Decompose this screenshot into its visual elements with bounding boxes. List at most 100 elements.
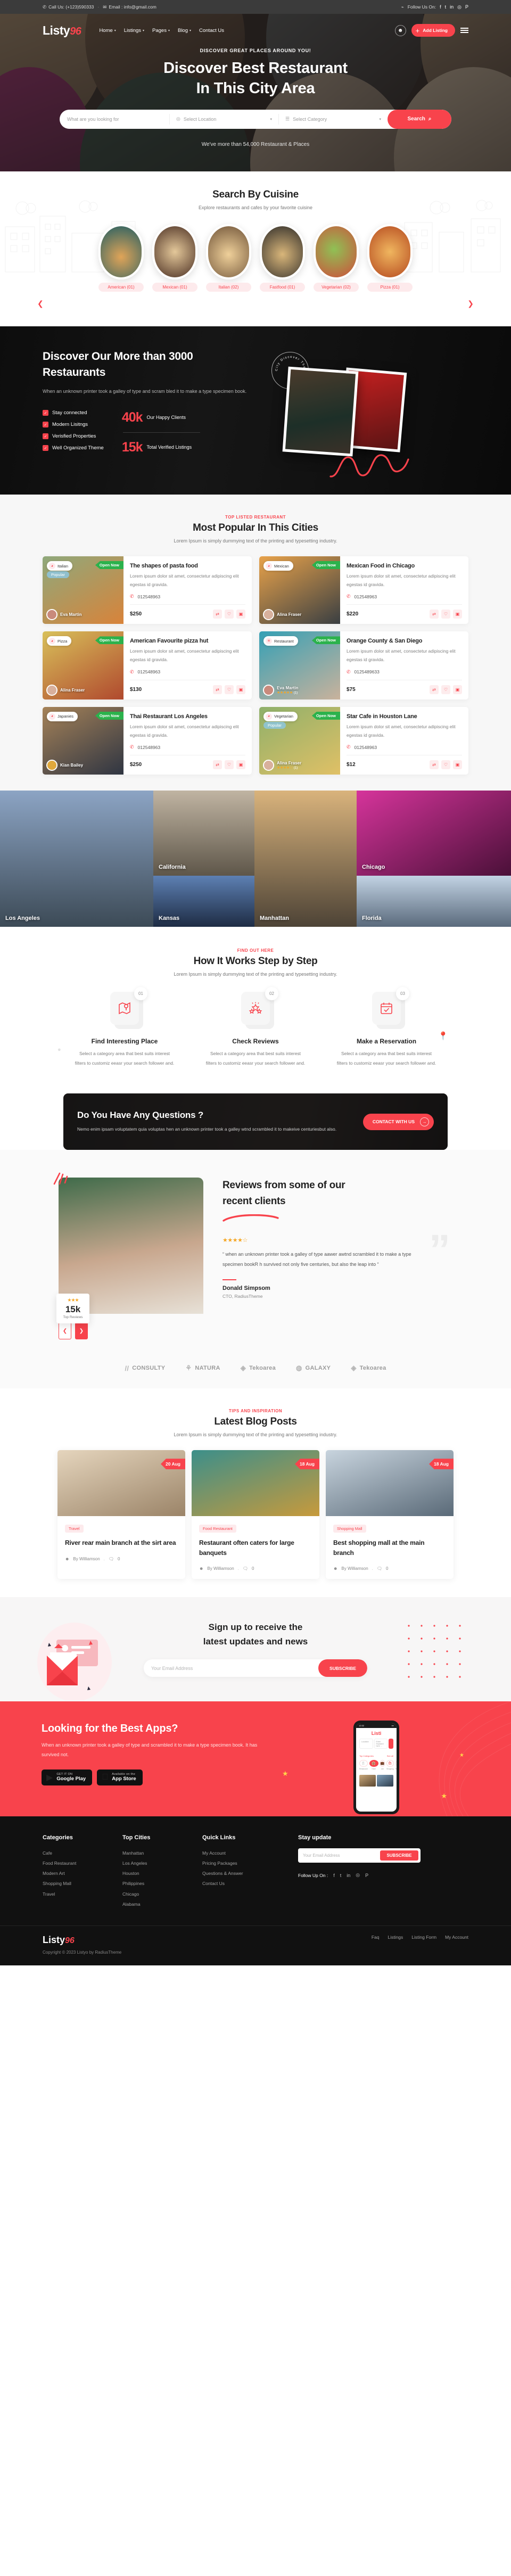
- listing-card[interactable]: ◕ Italian Popular Open Now Eva Martin The…: [43, 556, 252, 624]
- pinterest-icon[interactable]: P: [365, 1873, 368, 1878]
- footer-subscribe-button[interactable]: SUBSCRIBE: [380, 1850, 418, 1861]
- blog-card[interactable]: 18 Aug Food Restaurant Restaurant often …: [192, 1450, 319, 1579]
- footer-link[interactable]: Questions & Answer: [202, 1869, 282, 1879]
- blog-card[interactable]: 18 Aug Shopping Mall Best shopping mall …: [326, 1450, 454, 1579]
- cuisine-item-pizza[interactable]: Pizza (01): [367, 224, 413, 292]
- city-card-california[interactable]: California: [153, 791, 254, 876]
- location-select[interactable]: ◎ Select Location ▾: [170, 113, 279, 125]
- carousel-next-icon[interactable]: ❯: [467, 299, 474, 308]
- footer-link[interactable]: Modern Art: [43, 1869, 106, 1879]
- phone-location-field[interactable]: Location: [359, 1739, 373, 1749]
- footer-link[interactable]: Contact Us: [202, 1879, 282, 1889]
- city-card-kansas[interactable]: Kansas: [153, 876, 254, 927]
- footer-email-input[interactable]: [298, 1848, 378, 1863]
- listing-phone[interactable]: ✆ 012548963: [130, 594, 245, 599]
- twitter-icon[interactable]: t: [445, 4, 447, 10]
- reviews-prev-button[interactable]: ❮: [59, 1322, 71, 1340]
- nav-item-blog[interactable]: Blog ▾: [178, 28, 191, 34]
- compare-icon[interactable]: ⇄: [430, 610, 439, 619]
- footer-link[interactable]: Alabama: [122, 1899, 186, 1910]
- city-card-florida[interactable]: Florida: [357, 876, 511, 927]
- footer-link[interactable]: My Account: [202, 1848, 282, 1858]
- favorite-icon[interactable]: ♡: [225, 610, 234, 619]
- blog-card[interactable]: 20 Aug Travel River rear main branch at …: [57, 1450, 185, 1579]
- footer-link[interactable]: Philippines: [122, 1879, 186, 1889]
- phone-cat-restaurant-2[interactable]: 🍽Restaurant: [395, 1760, 397, 1770]
- favorite-icon[interactable]: ♡: [441, 685, 450, 694]
- blog-tag[interactable]: Shopping Mall: [333, 1525, 366, 1533]
- city-card-los-angeles[interactable]: Los Angeles: [0, 791, 153, 927]
- phone-cat-hotel[interactable]: 🏨 Hotel: [369, 1760, 378, 1770]
- listing-phone[interactable]: ✆ 012548963: [347, 594, 462, 599]
- gallery-icon[interactable]: ▣: [236, 760, 245, 770]
- phone-filter-button[interactable]: [389, 1739, 393, 1749]
- listing-phone[interactable]: ✆ 012548963: [347, 744, 462, 750]
- gallery-icon[interactable]: ▣: [236, 610, 245, 619]
- blog-tag[interactable]: Travel: [65, 1525, 84, 1533]
- phone-contact[interactable]: ✆ Call Us: (+123)590333: [43, 4, 94, 10]
- twitter-icon[interactable]: t: [340, 1873, 342, 1878]
- footer-logo[interactable]: Listy96: [43, 1935, 121, 1946]
- category-select[interactable]: ☰ Select Category ▾: [279, 114, 388, 125]
- cuisine-item-vegetarian[interactable]: Vegetarian (02): [314, 224, 359, 292]
- compare-icon[interactable]: ⇄: [213, 610, 222, 619]
- compare-icon[interactable]: ⇄: [430, 685, 439, 694]
- google-play-button[interactable]: ▶ GET IT ON Google Play: [42, 1769, 93, 1785]
- footer-bottom-link-faq[interactable]: Faq: [372, 1935, 380, 1940]
- carousel-prev-icon[interactable]: ❮: [37, 299, 44, 308]
- cuisine-item-mexican[interactable]: Mexican (01): [152, 224, 197, 292]
- reviews-next-button[interactable]: ❯: [75, 1322, 88, 1340]
- site-logo[interactable]: Listy96: [43, 23, 81, 38]
- compare-icon[interactable]: ⇄: [213, 685, 222, 694]
- footer-link[interactable]: Chicago: [122, 1889, 186, 1899]
- listing-card[interactable]: ◕ Pizza Open Now Alina Fraser American Fa…: [43, 631, 252, 699]
- newsletter-email-input[interactable]: [151, 1665, 318, 1671]
- footer-bottom-link-listing-form[interactable]: Listing Form: [411, 1935, 436, 1940]
- search-button[interactable]: Search ⌕: [388, 109, 451, 129]
- gallery-icon[interactable]: ▣: [453, 760, 462, 770]
- nav-item-contact[interactable]: Contact Us: [199, 28, 224, 34]
- favorite-icon[interactable]: ♡: [225, 760, 234, 770]
- menu-toggle-icon[interactable]: [460, 28, 468, 33]
- user-icon[interactable]: ☻: [394, 24, 406, 36]
- phone-see-all-link[interactable]: See all: [387, 1755, 393, 1757]
- facebook-icon[interactable]: f: [440, 4, 441, 10]
- app-store-button[interactable]:  Available on theApp Store: [97, 1769, 143, 1785]
- listing-card[interactable]: ◕ Japanies Open Now Kian Bailey Thai Rest…: [43, 706, 252, 775]
- listing-card[interactable]: ✳ Restaurant Open Now Eva Martin ★★★★★ (1)…: [259, 631, 468, 699]
- cuisine-item-italian[interactable]: Italian (02): [206, 224, 251, 292]
- listing-phone[interactable]: ✆ 0125489633: [347, 669, 462, 675]
- compare-icon[interactable]: ⇄: [430, 760, 439, 770]
- linkedin-icon[interactable]: in: [450, 4, 454, 10]
- favorite-icon[interactable]: ♡: [441, 610, 450, 619]
- listing-phone[interactable]: ✆ 012548963: [130, 669, 245, 675]
- cuisine-item-fastfood[interactable]: Fastfood (01): [260, 224, 305, 292]
- gallery-icon[interactable]: ▣: [453, 685, 462, 694]
- phone-keyword-field[interactable]: Enter Keyword here ...: [374, 1739, 388, 1749]
- compare-icon[interactable]: ⇄: [213, 760, 222, 770]
- listing-card[interactable]: ◕ Vegetarian Popular Open Now Alina Frase…: [259, 706, 468, 775]
- listing-phone[interactable]: ✆ 012548963: [130, 744, 245, 750]
- listing-card[interactable]: ◕ Mexican Open Now Alina Fraser Mexican F…: [259, 556, 468, 624]
- nav-item-home[interactable]: Home ▾: [99, 28, 116, 34]
- pinterest-icon[interactable]: P: [465, 4, 468, 10]
- phone-cat-shopping[interactable]: 🛍 Shopping: [386, 1760, 394, 1770]
- footer-link[interactable]: Houston: [122, 1869, 186, 1879]
- city-card-chicago[interactable]: Chicago: [357, 791, 511, 876]
- footer-link[interactable]: Manhattan: [122, 1848, 186, 1858]
- phone-cat-restaurant[interactable]: 🍴 Restaurant: [359, 1760, 368, 1770]
- footer-link[interactable]: Travel: [43, 1889, 106, 1899]
- city-card-manhattan[interactable]: Manhattan: [254, 791, 357, 927]
- cuisine-item-american[interactable]: American (01): [98, 224, 144, 292]
- gallery-icon[interactable]: ▣: [236, 685, 245, 694]
- linkedin-icon[interactable]: in: [347, 1873, 350, 1878]
- footer-link[interactable]: Shopping Mall: [43, 1879, 106, 1889]
- favorite-icon[interactable]: ♡: [441, 760, 450, 770]
- footer-link[interactable]: Los Angeles: [122, 1858, 186, 1869]
- nav-item-pages[interactable]: Pages ▾: [152, 28, 170, 34]
- instagram-icon[interactable]: ◎: [356, 1872, 360, 1878]
- footer-bottom-link-listings[interactable]: Listings: [388, 1935, 403, 1940]
- phone-cat-job[interactable]: 💼 Job: [380, 1760, 385, 1770]
- blog-tag[interactable]: Food Restaurant: [199, 1525, 236, 1533]
- newsletter-subscribe-button[interactable]: SUBSCRIBE: [318, 1659, 367, 1677]
